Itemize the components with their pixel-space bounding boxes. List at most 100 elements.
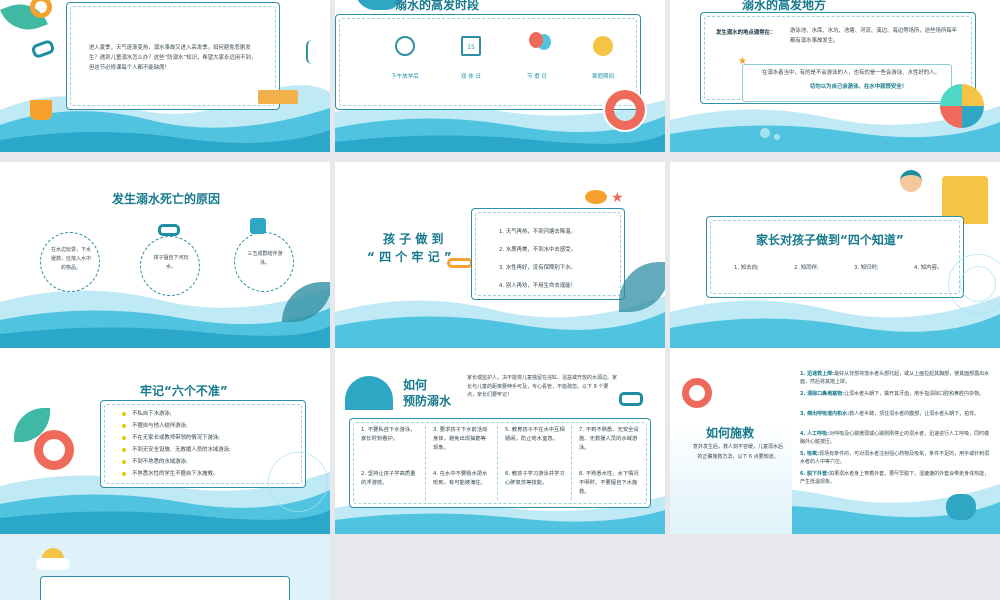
frame-inner bbox=[339, 18, 637, 106]
rule-3-text: 不在无家长或教师带领的情况下游泳; bbox=[132, 435, 221, 441]
tip-6: 6. 教孩子学习游泳并学习心肺复苏等技能。 bbox=[505, 471, 565, 486]
title-line-2: “ 四 个 牢 记 ” bbox=[367, 250, 452, 264]
column-divider bbox=[497, 426, 498, 500]
rule-4-text: 不到无安全设施、无救援人员的水域游泳; bbox=[132, 447, 231, 453]
step-2-text: 让溺水者头朝下，撬开其牙齿，用手指清除口腔和鼻腔内杂物。 bbox=[844, 391, 985, 397]
clock-icon bbox=[395, 36, 415, 56]
snorkel-icon bbox=[619, 392, 643, 406]
bullet-dot bbox=[122, 435, 126, 440]
snorkel-icon bbox=[158, 224, 180, 236]
star-icon: ★ bbox=[738, 56, 747, 67]
beach-ball-icon bbox=[940, 84, 984, 128]
step-5-text: 现场有条件的，可对溺水者注射强心药物及吸氧，条件不足的，用手或针刺溺水者的人中等… bbox=[800, 451, 990, 465]
column-divider bbox=[425, 426, 426, 500]
slide-3[interactable]: 溺水的高发地方 发生溺水的地点通常在： 游泳池、水库、水坑、池塘、河流、溪边、海… bbox=[670, 0, 1000, 152]
rule-6: 不熟悉水性的学生不擅自下水施救。 bbox=[122, 470, 218, 479]
content-frame: 进入夏季，天气逐渐变热，溺水事故又进入高发季。如何避免悲剧发生？遇到儿童溺水怎么… bbox=[66, 2, 280, 110]
starfish-icon: ★ bbox=[611, 190, 624, 206]
step-1-head: 1. 迅速救上岸: bbox=[800, 371, 835, 377]
rule-1: 不私自下水游泳; bbox=[122, 410, 172, 419]
left-panel bbox=[670, 348, 792, 534]
bucket-icon bbox=[30, 100, 52, 120]
swimsuit-icon bbox=[250, 218, 266, 234]
note-bold: 切勿以为自己会游泳、在水中就很安全！ bbox=[810, 84, 908, 90]
page-title: 发生溺水死亡的原因 bbox=[112, 192, 221, 206]
tip-5: 5. 教育孩子不在水中互相嬉闹，防止呛水窒息。 bbox=[505, 427, 565, 442]
slide-6[interactable]: 家长对孩子做到“四个知道” 1. 知去向; 2. 知同伴; 3. 知归时; 4.… bbox=[670, 162, 1000, 348]
rule-2: 2. 水质再美，不到水中去感受。 bbox=[499, 247, 576, 253]
time-item-1: 下午放学后 bbox=[391, 74, 419, 80]
rule-2-text: 不擅自与他人结伴游泳; bbox=[132, 423, 188, 429]
bullet-dot bbox=[122, 411, 126, 416]
step-2-head: 2. 清除口鼻堵塞物: bbox=[800, 391, 845, 397]
intro-text: 家长或监护人，决不能将儿童独留在浴缸、浴盆或开放的水源边。家长与儿童的距离要伸手… bbox=[467, 375, 618, 398]
tip-4: 4. 在水中不要嬉水把水呛到，有可能被淹住。 bbox=[433, 471, 488, 486]
time-item-3: 节 假 日 bbox=[527, 74, 547, 80]
bullet-dot bbox=[122, 459, 126, 464]
lifebuoy-icon bbox=[682, 378, 712, 408]
title-line-1: 孩 子 做 到 bbox=[383, 232, 444, 246]
know-3: 3. 知归时; bbox=[854, 265, 879, 271]
ripple bbox=[268, 452, 328, 512]
slide-8[interactable]: 如何 预防溺水 家长或监护人，决不能将儿童独留在浴缸、浴盆或开放的水源边。家长与… bbox=[335, 348, 665, 534]
tip-2: 2. 坚持让孩子学高质量的浮游技。 bbox=[361, 471, 416, 486]
tip-8: 8. 不熟悉水性、水下情况不明时，不要擅自下水施救。 bbox=[579, 471, 639, 495]
rule-3: 3. 水性再好，没有保障别下水。 bbox=[499, 265, 576, 271]
rule-1-text: 不私自下水游泳; bbox=[132, 411, 172, 417]
time-item-4: 寒假期间 bbox=[591, 74, 614, 80]
bullet-dot bbox=[122, 423, 126, 428]
reason-2: 孩子擅自下河玩水。 bbox=[153, 255, 189, 270]
cloud-icon bbox=[36, 558, 70, 570]
balloons-icon bbox=[529, 32, 543, 48]
lifebuoy-icon bbox=[603, 88, 647, 132]
reason-1: 在水边玩耍，下水援救，捡落入水中的物品。 bbox=[50, 247, 91, 271]
step-1: 1. 迅速救上岸:最好从背部将落水者头部托起，或从上面拉起其胸部，使其面部露出水… bbox=[800, 370, 990, 386]
seaweed-icon bbox=[306, 40, 318, 64]
slide-4[interactable]: 发生溺水死亡的原因 在水边玩耍，下水援救，捡落入水中的物品。 孩子擅自下河玩水。… bbox=[0, 162, 330, 348]
fish-icon bbox=[585, 190, 607, 204]
tip-3: 3. 要求孩子下水前活动身体，避免出现抽筋等现象。 bbox=[433, 427, 488, 451]
rule-5: 不到不熟悉的水域游泳; bbox=[122, 458, 188, 467]
rule-5-text: 不到不熟悉的水域游泳; bbox=[132, 459, 188, 465]
lifebuoy-icon bbox=[34, 430, 74, 470]
slide-7[interactable]: 牢记“六个不准” 不私自下水游泳; 不擅自与他人结伴游泳; 不在无家长或教师带领… bbox=[0, 348, 330, 534]
rule-2: 不擅自与他人结伴游泳; bbox=[122, 422, 188, 431]
rule-1: 1. 天气再热，不到河塘去降温。 bbox=[499, 229, 576, 235]
bullet-dot bbox=[122, 471, 126, 476]
slide-5[interactable]: 孩 子 做 到 “ 四 个 牢 记 ” 1. 天气再热，不到河塘去降温。 2. … bbox=[335, 162, 665, 348]
step-4-head: 4. 人工呼吸: bbox=[800, 431, 830, 437]
step-4: 4. 人工呼吸:对呼吸及心跳微弱或心跳刚刚停止的溺水者，迅速进行人工呼吸，同时做… bbox=[800, 430, 990, 446]
slide-1[interactable]: 进入夏季，天气逐渐变热，溺水事故又进入高发季。如何避免悲剧发生？遇到儿童溺水怎么… bbox=[0, 0, 330, 152]
content-frame bbox=[40, 576, 290, 600]
intro-text: 进入夏季，天气逐渐变热，溺水事故又进入高发季。如何避免悲剧发生？遇到儿童溺水怎么… bbox=[89, 45, 257, 71]
step-5-head: 5. 吸氧: bbox=[800, 451, 820, 457]
bubble bbox=[760, 128, 770, 138]
page-title: 溺水的高发时段 bbox=[395, 0, 480, 12]
step-6: 6. 脱下外套:如果溺水者身上穿着外套，要尽早脱下，湿漉漉的外套会带走身体热能，… bbox=[800, 470, 990, 486]
know-4: 4. 知内容。 bbox=[914, 265, 943, 271]
flip-flops-icon bbox=[946, 494, 976, 520]
calendar-icon: 15 bbox=[461, 36, 481, 56]
sun-icon bbox=[593, 36, 613, 56]
rule-4: 4. 别人再劝，不用生命去逞能！ bbox=[499, 283, 576, 289]
sunglasses-icon bbox=[447, 258, 473, 268]
content-frame bbox=[706, 216, 964, 298]
step-6-text: 如果溺水者身上穿着外套，要尽早脱下，湿漉漉的外套会带走身体热能，产生低温现象。 bbox=[800, 471, 990, 485]
reason-3: 三五成群结伴游泳。 bbox=[247, 251, 283, 266]
step-2: 2. 清除口鼻堵塞物:让溺水者头朝下，撬开其牙齿，用手指清除口腔和鼻腔内杂物。 bbox=[800, 390, 990, 398]
location-label: 发生溺水的地点通常在： bbox=[716, 30, 776, 36]
know-1: 1. 知去向; bbox=[734, 265, 759, 271]
slide-grid: 进入夏季，天气逐渐变热，溺水事故又进入高发季。如何避免悲剧发生？遇到儿童溺水怎么… bbox=[0, 0, 1000, 600]
slide-2[interactable]: 溺水的高发时段 15 下午放学后 双 休 日 节 假 日 寒假期间 bbox=[335, 0, 665, 152]
step-6-head: 6. 脱下外套: bbox=[800, 471, 830, 477]
note-text: 在溺水者当中，有的是不会游泳的人，也有的是一些会游泳、水性好的人。 bbox=[762, 70, 940, 76]
step-5: 5. 吸氧:现场有条件的，可对溺水者注射强心药物及吸氧，条件不足的，用手或针刺溺… bbox=[800, 450, 990, 466]
rule-3: 不在无家长或教师带领的情况下游泳; bbox=[122, 434, 220, 443]
bullet-dot bbox=[122, 447, 126, 452]
slide-9[interactable]: 如何施救 意外发生后，救人刻不容缓，儿童溺水后的正确施救方法，以下 6 点要知道… bbox=[670, 348, 1000, 534]
page-title: 如何施救 bbox=[706, 426, 755, 440]
rule-4: 不到无安全设施、无救援人员的水域游泳; bbox=[122, 446, 231, 455]
content-frame bbox=[335, 14, 641, 110]
page-title: 牢记“六个不准” bbox=[140, 384, 228, 398]
slide-10[interactable] bbox=[0, 536, 330, 600]
